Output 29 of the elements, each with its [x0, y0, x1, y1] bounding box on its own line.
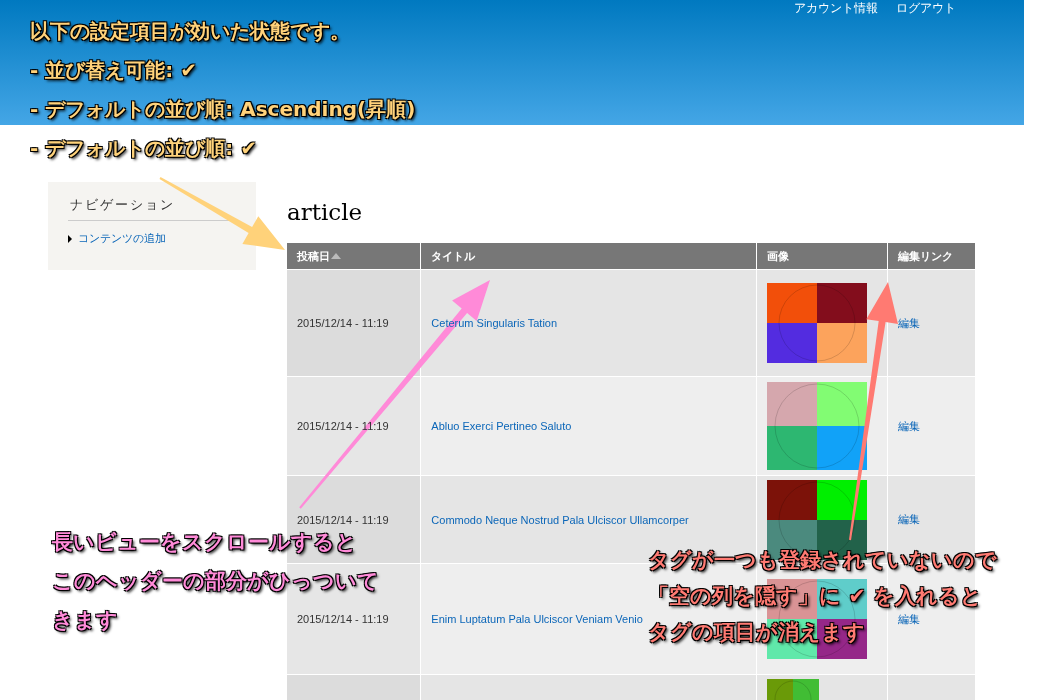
title-link[interactable]: Commodo Neque Nostrud Pala Ulciscor Ullamcorper — [431, 513, 689, 526]
header-link[interactable]: アカウント情報 — [794, 1, 878, 15]
annotation-text: - 並び替え可能: ✔ — [30, 57, 197, 84]
header-link[interactable]: ログアウト — [896, 1, 956, 15]
date-text: 2015/12/14 - 11:19 — [297, 317, 389, 329]
sort-ascending-icon — [331, 252, 341, 259]
date-text: 2015/12/14 - 11:19 — [297, 613, 389, 625]
edit-link[interactable]: 編集 — [898, 513, 921, 525]
column-header[interactable]: タイトル — [420, 243, 757, 270]
column-header[interactable]: 画像 — [756, 243, 888, 270]
annotation-text: きます — [52, 607, 118, 634]
title-link[interactable]: Enim Luptatum Pala Ulciscor Veniam Venio — [431, 613, 643, 625]
edit-link[interactable]: 編集 — [898, 612, 921, 625]
bullet-icon — [68, 234, 72, 243]
annotation-text: - デフォルトの並び順: Ascending(昇順) — [30, 96, 416, 123]
column-header[interactable]: 投稿日 — [287, 243, 421, 270]
annotation-text: 以下の設定項目が効いた状態です。 — [30, 18, 350, 45]
edit-link[interactable]: 編集 — [898, 419, 921, 432]
sidebar-link[interactable]: コンテンツの追加 — [68, 231, 236, 246]
title-link[interactable]: Ceterum Singularis Tation — [431, 317, 558, 329]
annotation-text: 長いビューをスクロールすると — [52, 529, 357, 556]
title-link[interactable]: Abluo Exerci Pertineo Saluto — [431, 420, 572, 432]
date-text: 2015/12/14 - 11:19 — [297, 513, 389, 526]
date-text: 2015/12/14 - 11:19 — [297, 420, 389, 432]
column-header[interactable]: 編集リンク — [887, 243, 976, 270]
annotation-text: - デフォルトの並び順: ✔ — [30, 135, 257, 162]
annotation-text: このヘッダーの部分がひっついて — [52, 568, 379, 595]
page-title: article — [287, 199, 364, 225]
edit-link[interactable]: 編集 — [898, 316, 921, 329]
